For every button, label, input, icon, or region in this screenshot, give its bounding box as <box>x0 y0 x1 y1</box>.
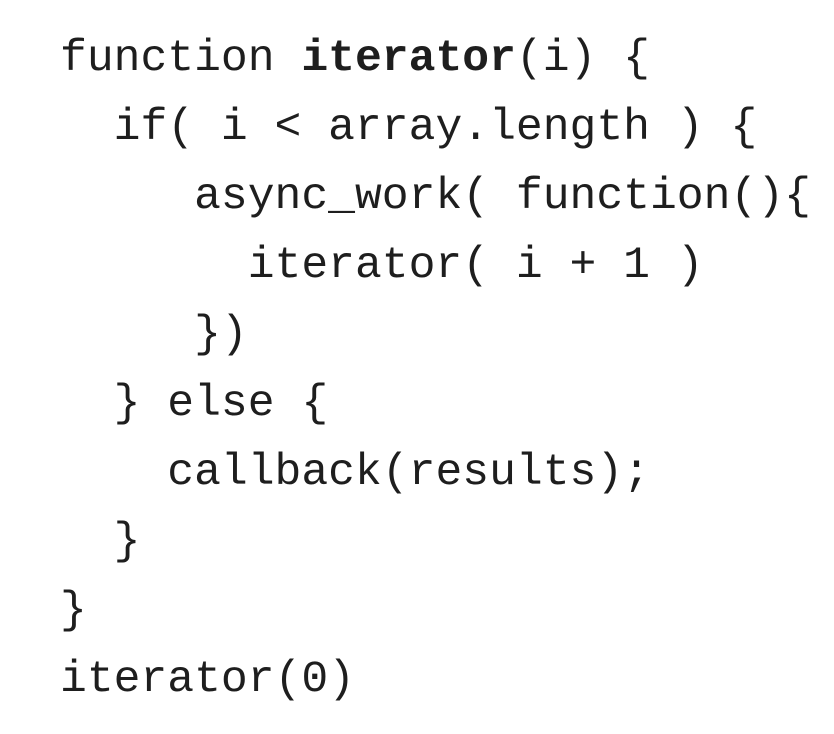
code-line: callback(results); <box>60 439 811 508</box>
code-function-name: iterator <box>301 34 516 84</box>
code-line: iterator(0) <box>60 646 811 715</box>
code-line: } <box>60 577 811 646</box>
code-text: callback(results); <box>167 448 650 498</box>
code-text: function <box>60 34 302 84</box>
code-line: if( i < array.length ) { <box>60 94 811 163</box>
code-text: (i) { <box>515 34 650 84</box>
code-text: } else { <box>113 379 329 429</box>
code-line: }) <box>60 301 811 370</box>
code-line: async_work( function(){ <box>60 163 811 232</box>
code-text: } <box>60 586 87 636</box>
code-line: } <box>60 508 811 577</box>
code-block: function iterator(i) { if( i < array.len… <box>60 25 811 715</box>
code-text: iterator( i + 1 ) <box>247 241 704 291</box>
code-line: function iterator(i) { <box>60 25 811 94</box>
code-line: } else { <box>60 370 811 439</box>
code-line: iterator( i + 1 ) <box>60 232 811 301</box>
code-text: if( i < array.length ) { <box>113 103 758 153</box>
code-text: async_work( function(){ <box>194 172 811 222</box>
code-text: } <box>113 517 141 567</box>
code-text: }) <box>194 310 248 360</box>
code-text: iterator(0) <box>60 655 355 705</box>
